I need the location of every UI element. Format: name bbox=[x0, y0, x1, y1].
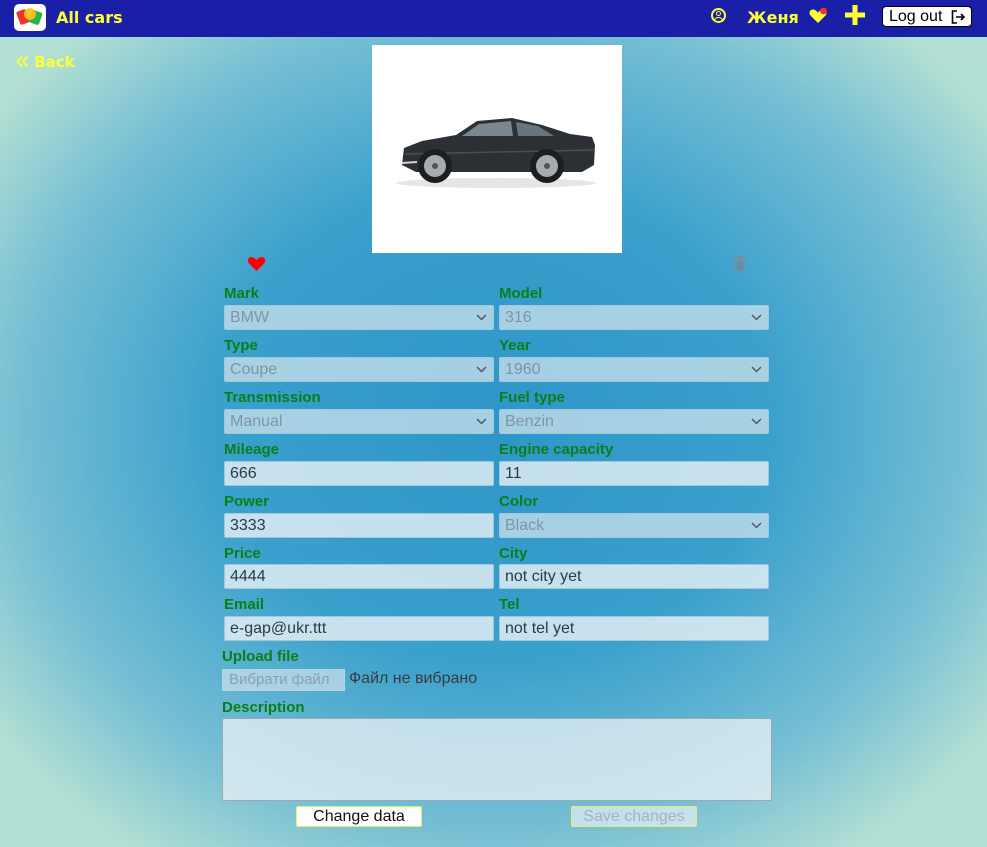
email-input[interactable]: e-gap@ukr.ttt bbox=[224, 616, 494, 641]
transmission-label: Transmission bbox=[224, 389, 321, 406]
mileage-label: Mileage bbox=[224, 441, 280, 458]
back-label: Back bbox=[34, 53, 75, 71]
model-label: Model bbox=[499, 285, 543, 302]
transmission-select[interactable]: Manual bbox=[224, 409, 494, 434]
chevron-down-icon bbox=[476, 314, 487, 321]
mark-label: Mark bbox=[224, 285, 260, 302]
fuel-type-value: Benzin bbox=[505, 413, 554, 430]
save-changes-button[interactable]: Save changes bbox=[571, 806, 697, 827]
mark-select[interactable]: BMW bbox=[224, 305, 494, 330]
username[interactable]: Женя bbox=[747, 8, 799, 27]
chevron-down-icon bbox=[751, 418, 762, 425]
price-input[interactable]: 4444 bbox=[224, 564, 494, 589]
engine-capacity-label: Engine capacity bbox=[499, 441, 614, 458]
user-circle-icon[interactable] bbox=[711, 8, 726, 23]
city-input[interactable]: not city yet bbox=[499, 564, 769, 589]
back-link[interactable]: Back bbox=[16, 53, 75, 71]
choose-file-button[interactable]: Вибрати файл bbox=[222, 669, 345, 691]
favorite-heart-icon[interactable] bbox=[247, 255, 266, 272]
color-select[interactable]: Black bbox=[499, 513, 769, 538]
logout-label: Log out bbox=[889, 8, 943, 25]
year-select[interactable]: 1960 bbox=[499, 357, 769, 382]
tel-input[interactable]: not tel yet bbox=[499, 616, 769, 641]
description-label: Description bbox=[222, 699, 305, 716]
model-select[interactable]: 316 bbox=[499, 305, 769, 330]
year-value: 1960 bbox=[505, 361, 541, 378]
email-label: Email bbox=[224, 596, 265, 613]
top-navbar: All cars Женя Log out bbox=[0, 0, 987, 37]
type-label: Type bbox=[224, 337, 258, 354]
price-label: Price bbox=[224, 545, 261, 562]
model-value: 316 bbox=[505, 309, 532, 326]
transmission-value: Manual bbox=[230, 413, 283, 430]
favorites-heart-icon[interactable] bbox=[808, 6, 828, 26]
chevron-down-icon bbox=[751, 522, 762, 529]
double-chevron-left-icon bbox=[16, 55, 29, 68]
city-label: City bbox=[499, 545, 528, 562]
car-photo bbox=[372, 45, 622, 253]
year-label: Year bbox=[499, 337, 531, 354]
power-label: Power bbox=[224, 493, 270, 510]
app-logo[interactable] bbox=[14, 4, 46, 31]
mileage-input[interactable]: 666 bbox=[224, 461, 494, 486]
file-status-text: Файл не вибрано bbox=[349, 670, 478, 687]
add-car-plus-icon[interactable] bbox=[844, 4, 866, 26]
logo-shape-yellow bbox=[24, 8, 36, 20]
car-image bbox=[396, 118, 596, 188]
fuel-type-select[interactable]: Benzin bbox=[499, 409, 769, 434]
engine-capacity-input[interactable]: 11 bbox=[499, 461, 769, 486]
color-label: Color bbox=[499, 493, 539, 510]
chevron-down-icon bbox=[476, 418, 487, 425]
tel-label: Tel bbox=[499, 596, 520, 613]
change-data-button[interactable]: Change data bbox=[296, 806, 422, 827]
logout-button[interactable]: Log out bbox=[882, 6, 972, 27]
power-input[interactable]: 3333 bbox=[224, 513, 494, 538]
trash-icon[interactable] bbox=[732, 255, 747, 272]
all-cars-link[interactable]: All cars bbox=[56, 8, 123, 27]
type-value: Coupe bbox=[230, 361, 278, 378]
chevron-down-icon bbox=[751, 366, 762, 373]
chevron-down-icon bbox=[751, 314, 762, 321]
color-value: Black bbox=[505, 517, 545, 534]
logout-icon bbox=[951, 10, 966, 24]
mark-value: BMW bbox=[230, 309, 270, 326]
chevron-down-icon bbox=[476, 366, 487, 373]
description-textarea[interactable] bbox=[222, 718, 772, 801]
upload-file-label: Upload file bbox=[222, 648, 299, 665]
fuel-type-label: Fuel type bbox=[499, 389, 565, 406]
type-select[interactable]: Coupe bbox=[224, 357, 494, 382]
